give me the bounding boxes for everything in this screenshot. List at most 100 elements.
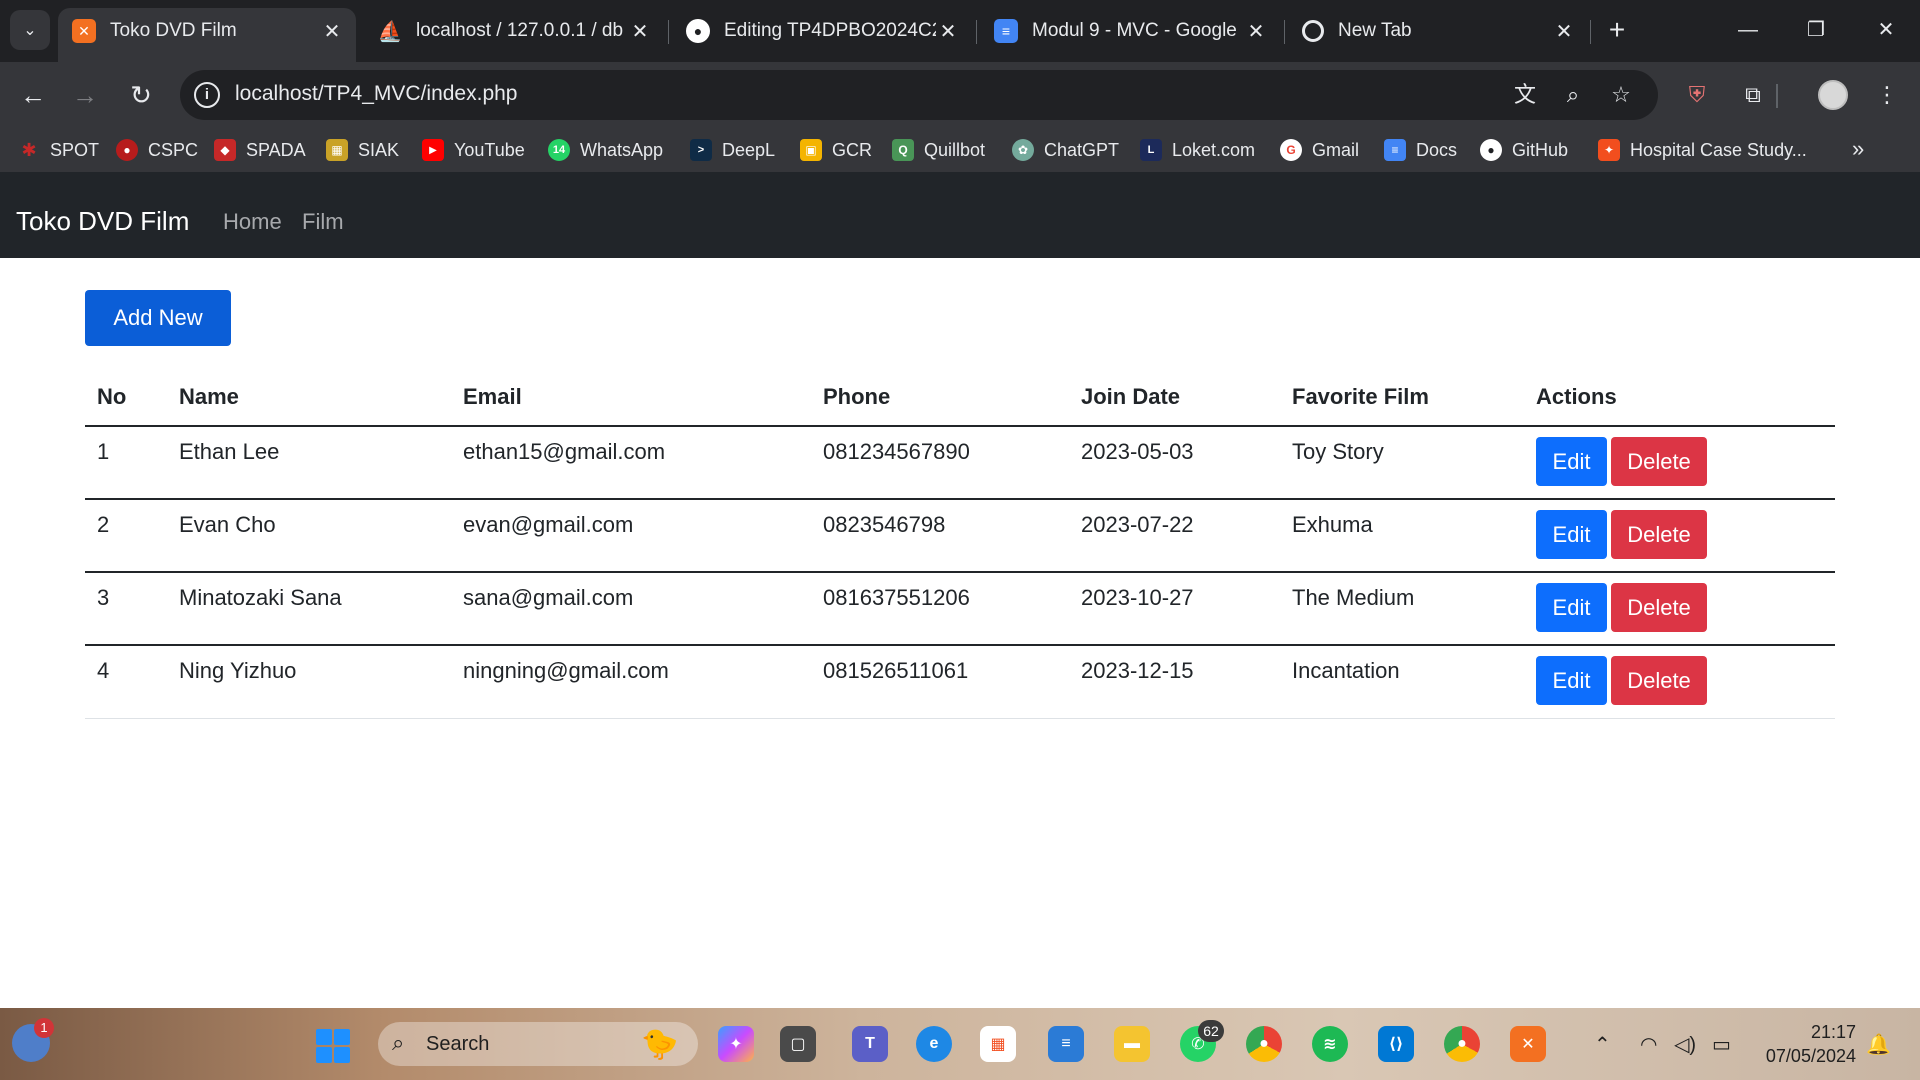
zoom-icon[interactable]: ⌕ [1556,78,1590,112]
cell-phone: 0823546798 [811,499,1069,573]
notification-bell-icon[interactable]: 🔔 [1866,1032,1891,1057]
bookmark-loket[interactable]: L Loket.com [1140,136,1255,164]
new-tab-plus-icon[interactable]: + [1600,14,1634,48]
chrome-profile-icon[interactable]: ● [1444,1026,1480,1062]
duck-search-highlight-icon[interactable]: 🐤 [641,1026,678,1062]
page-viewport: Toko DVD Film Home Film Add New No Name … [0,172,1920,1008]
nav-link-film[interactable]: Film [302,209,344,235]
more-menu-icon[interactable]: ⋮ [1870,78,1904,112]
search-icon: ⌕ [392,1030,405,1055]
cell-actions: Edit Delete [1524,645,1835,719]
url-text[interactable]: localhost/TP4_MVC/index.php [235,82,518,106]
shield-extension-icon[interactable]: ⛨ [1680,78,1714,112]
bookmark-youtube[interactable]: ▶ YouTube [422,136,525,164]
cell-no: 4 [85,645,167,719]
tab-strip: ⌄ ✕ Toko DVD Film ✕ ⛵ localhost / 127.0.… [0,0,1920,62]
address-bar[interactable]: i localhost/TP4_MVC/index.php 文 ⌕ ☆ [180,70,1658,120]
cell-email: ningning@gmail.com [451,645,811,719]
wifi-icon[interactable]: ◠ [1640,1032,1657,1057]
xampp-icon[interactable]: ✕ [1510,1026,1546,1062]
edit-button[interactable]: Edit [1536,437,1607,486]
bookmark-star-icon[interactable]: ☆ [1604,78,1638,112]
column-header-join-date: Join Date [1069,368,1280,427]
teams-icon[interactable]: T [852,1026,888,1062]
bookmark-docs[interactable]: ≡ Docs [1384,136,1457,164]
delete-button[interactable]: Delete [1611,437,1707,486]
google-icon: G [1280,139,1302,161]
bookmark-siak[interactable]: ▦ SIAK [326,136,399,164]
close-tab-icon[interactable]: ✕ [628,19,652,44]
tab-toko-dvd-film[interactable]: ✕ Toko DVD Film ✕ [58,8,356,62]
edit-button[interactable]: Edit [1536,656,1607,705]
cell-name: Evan Cho [167,499,451,573]
windows-start-icon[interactable] [316,1029,350,1063]
more-bookmarks-chevron-icon[interactable]: » [1852,136,1864,162]
microsoft-store-icon[interactable]: ▦ [980,1026,1016,1062]
edit-button[interactable]: Edit [1536,583,1607,632]
reload-icon[interactable]: ↻ [120,74,162,116]
cell-favorite-film: The Medium [1280,572,1524,646]
bookmark-spot[interactable]: ✱ SPOT [18,136,99,164]
translate-icon[interactable]: 文 [1508,78,1542,112]
bookmark-cspc[interactable]: ● CSPC [116,136,198,164]
edge-icon[interactable]: e [916,1026,952,1062]
edit-button[interactable]: Edit [1536,510,1607,559]
restore-icon[interactable]: ❐ [1796,12,1836,48]
tab-new-tab[interactable]: New Tab ✕ [1288,8,1588,54]
column-header-phone: Phone [811,368,1069,427]
table-row: 3 Minatozaki Sana sana@gmail.com 0816375… [85,572,1835,646]
bookmark-github[interactable]: ● GitHub [1480,136,1568,164]
delete-button[interactable]: Delete [1611,510,1707,559]
close-window-icon[interactable]: ✕ [1866,12,1906,48]
bookmark-gmail[interactable]: G Gmail [1280,136,1359,164]
whatsapp-badge: 62 [1198,1020,1224,1042]
site-navbar: Toko DVD Film Home Film [0,172,1920,258]
cell-email: sana@gmail.com [451,572,811,646]
xampp-favicon-icon: ✕ [72,19,96,43]
cell-favorite-film: Exhuma [1280,499,1524,573]
tab-github-editing[interactable]: ● Editing TP4DPBO2024C2 ✕ [672,8,972,54]
tray-chevron-up-icon[interactable]: ⌃ [1594,1032,1611,1057]
bookmark-whatsapp[interactable]: 14 WhatsApp [548,136,663,164]
tab-google-docs[interactable]: ≡ Modul 9 - MVC - Google ✕ [980,8,1280,54]
nav-link-home[interactable]: Home [223,209,282,235]
bookmark-spada[interactable]: ◆ SPADA [214,136,306,164]
tab-title: Editing TP4DPBO2024C2 [724,20,936,41]
chevron-down-icon: ⌄ [23,22,37,39]
delete-button[interactable]: Delete [1611,583,1707,632]
vscode-icon[interactable]: ⟨⟩ [1378,1026,1414,1062]
google-docs-favicon-icon: ≡ [994,19,1018,43]
close-tab-icon[interactable]: ✕ [1552,19,1576,44]
system-clock[interactable]: 21:17 07/05/2024 [1760,1020,1856,1068]
chrome-icon[interactable]: ● [1246,1026,1282,1062]
loket-icon: L [1140,139,1162,161]
file-explorer-icon[interactable]: ▬ [1114,1026,1150,1062]
close-tab-icon[interactable]: ✕ [1244,19,1268,44]
task-view-icon[interactable]: ▢ [780,1026,816,1062]
profile-avatar[interactable] [1818,80,1848,110]
tab-search-button[interactable]: ⌄ [10,10,50,50]
battery-icon[interactable]: ▭ [1712,1032,1731,1057]
bookmark-hospital-case-study[interactable]: ✦ Hospital Case Study... [1598,136,1807,164]
forward-arrow-icon[interactable]: → [64,74,106,116]
notepad-icon[interactable]: ≡ [1048,1026,1084,1062]
bookmark-quillbot[interactable]: Q Quillbot [892,136,985,164]
navbar-brand[interactable]: Toko DVD Film [16,206,189,237]
cell-join-date: 2023-07-22 [1069,499,1280,573]
copilot-icon[interactable]: ✦ [718,1026,754,1062]
bookmark-chatgpt[interactable]: ✿ ChatGPT [1012,136,1119,164]
tab-phpmyadmin[interactable]: ⛵ localhost / 127.0.0.1 / db ✕ [364,8,664,54]
close-tab-icon[interactable]: ✕ [936,19,960,44]
close-tab-icon[interactable]: ✕ [320,19,344,44]
bookmark-gcr[interactable]: ▣ GCR [800,136,872,164]
extensions-puzzle-icon[interactable]: ⧉ [1736,78,1770,112]
volume-icon[interactable]: ◁) [1674,1032,1696,1057]
cell-email: evan@gmail.com [451,499,811,573]
spotify-icon[interactable]: ≋ [1312,1026,1348,1062]
add-new-button[interactable]: Add New [85,290,231,346]
minimize-icon[interactable]: — [1728,12,1768,48]
delete-button[interactable]: Delete [1611,656,1707,705]
bookmark-deepl[interactable]: > DeepL [690,136,775,164]
site-info-icon[interactable]: i [194,82,220,108]
back-arrow-icon[interactable]: ← [12,74,54,116]
